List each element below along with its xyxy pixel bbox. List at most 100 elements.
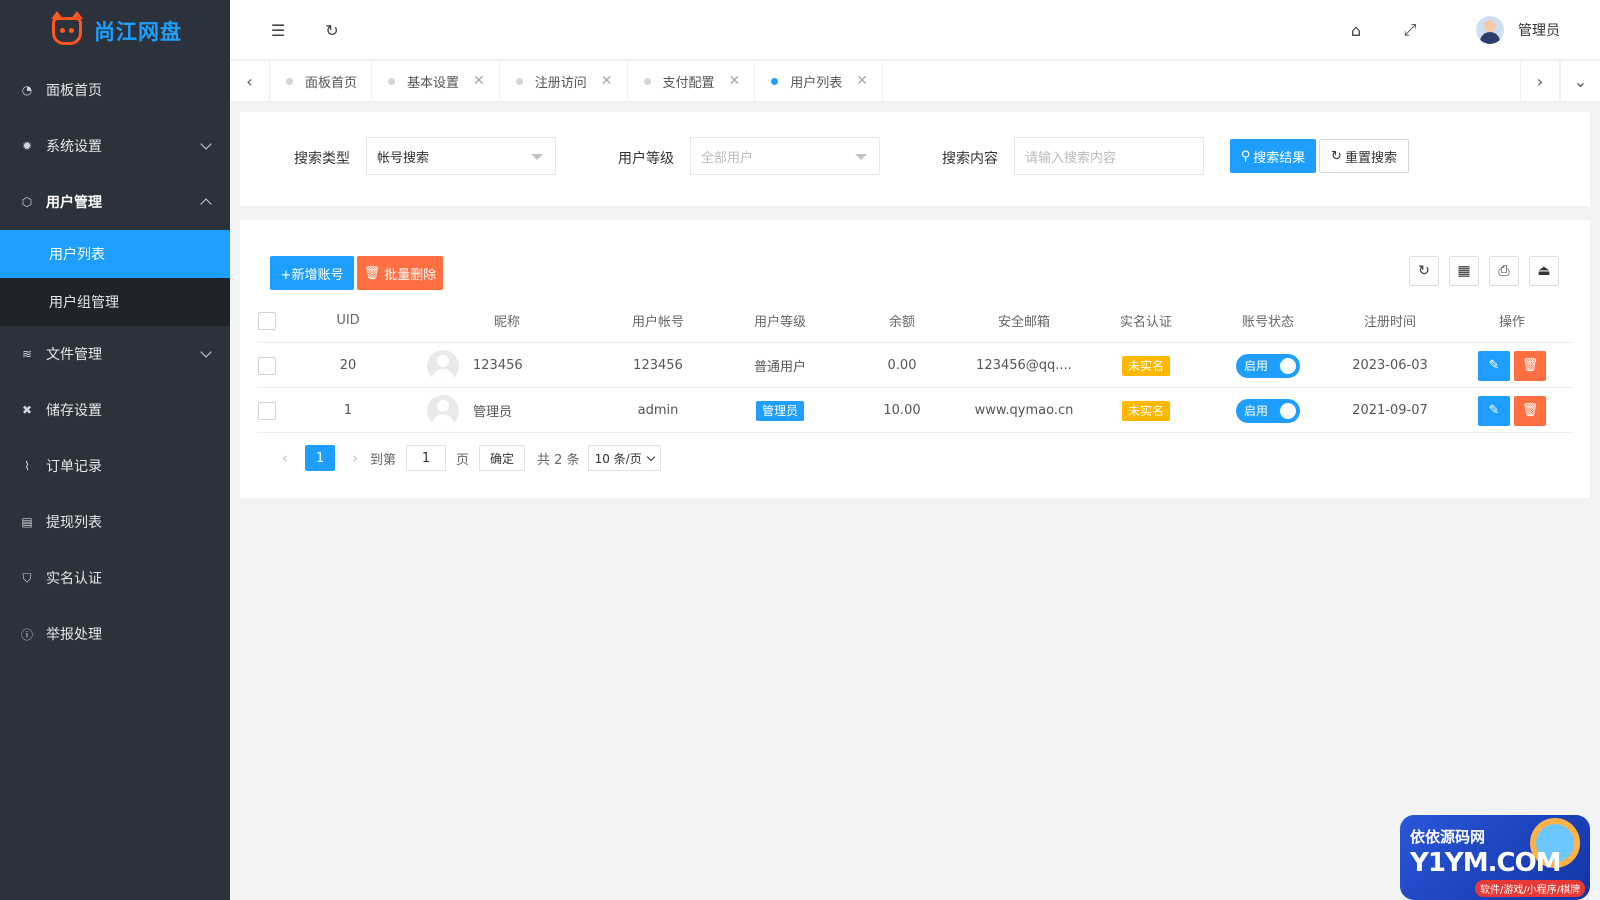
- cell-level: 普通用户: [753, 360, 806, 375]
- sidebar-item-user-list[interactable]: 用户列表: [0, 230, 230, 278]
- cell-account: admin: [637, 403, 679, 418]
- sidebar-item-orders[interactable]: ⌇ 订单记录: [0, 438, 230, 494]
- tab-dashboard[interactable]: 面板首页: [270, 61, 373, 101]
- next-page-icon[interactable]: ›: [340, 449, 370, 467]
- chevron-down-icon: [646, 452, 655, 461]
- batch-delete-label: 批量删除: [384, 267, 437, 283]
- search-content-input[interactable]: 请输入搜索内容: [1014, 137, 1204, 175]
- cell-reg-time: 2021-09-07: [1352, 403, 1428, 418]
- search-type-label: 搜索类型: [294, 151, 350, 167]
- goto-page-input[interactable]: 1: [406, 445, 447, 471]
- status-toggle[interactable]: 启用: [1236, 398, 1300, 423]
- status-toggle[interactable]: 启用: [1236, 353, 1300, 378]
- menu-toggle-icon[interactable]: ☰: [266, 18, 290, 42]
- tab-payment-config[interactable]: 支付配置 ✕: [628, 61, 756, 101]
- close-icon[interactable]: ✕: [729, 73, 741, 89]
- tab-bar: ‹ 面板首页 基本设置 ✕ 注册访问 ✕ 支付配置 ✕ 用户列表 ✕ › ⌄: [230, 61, 1600, 102]
- header-realname[interactable]: 实名认证: [1085, 298, 1207, 343]
- home-icon[interactable]: ⌂: [1344, 18, 1368, 42]
- cell-reg-time: 2023-06-03: [1352, 358, 1428, 373]
- tab-scroll-left-icon[interactable]: ‹: [230, 61, 270, 101]
- search-button-label: 搜索结果: [1253, 150, 1306, 166]
- table-header: UID 昵称 用户帐号 用户等级 余额 安全邮箱 实名认证 账号状态 注册时间 …: [257, 298, 1573, 343]
- cell-account: 123456: [633, 358, 683, 373]
- select-all-checkbox[interactable]: [258, 311, 276, 330]
- sidebar-item-file-management[interactable]: ≋ 文件管理: [0, 326, 230, 382]
- watermark-text-tagline: 软件/游戏/小程序/棋牌: [1475, 880, 1586, 897]
- sidebar-item-system-settings[interactable]: ✹ 系统设置: [0, 118, 230, 174]
- current-page[interactable]: 1: [305, 445, 335, 471]
- user-menu[interactable]: 管理员: [1476, 16, 1560, 44]
- gear-icon: ✹: [21, 139, 33, 153]
- header-balance[interactable]: 余额: [841, 298, 963, 343]
- delete-icon[interactable]: 🗑: [1514, 395, 1546, 426]
- cell-email: 123456@qq....: [976, 358, 1072, 373]
- add-account-button[interactable]: +新增账号: [270, 256, 354, 290]
- realname-badge: 未实名: [1121, 355, 1170, 376]
- tab-basic-settings[interactable]: 基本设置 ✕: [372, 61, 500, 101]
- goto-label: 到第: [370, 452, 397, 468]
- search-content-placeholder: 请输入搜索内容: [1025, 150, 1117, 166]
- row-checkbox[interactable]: [258, 401, 276, 420]
- tab-label: 注册访问: [534, 75, 587, 91]
- sidebar-item-label: 储存设置: [46, 403, 102, 419]
- table-refresh-icon[interactable]: ↻: [1409, 256, 1439, 286]
- prev-page-icon[interactable]: ‹: [270, 449, 300, 467]
- layers-icon: ≋: [21, 347, 33, 361]
- sidebar-item-storage-settings[interactable]: ✖ 储存设置: [0, 382, 230, 438]
- sidebar-item-withdrawals[interactable]: ▤ 提现列表: [0, 494, 230, 550]
- user-level-select[interactable]: 全部用户: [690, 137, 880, 175]
- sidebar-item-label: 用户管理: [46, 195, 102, 211]
- tab-menu-chevron-icon[interactable]: ⌄: [1560, 61, 1600, 101]
- page-size-select[interactable]: 10 条/页: [587, 445, 661, 471]
- close-icon[interactable]: ✕: [601, 73, 613, 89]
- fullscreen-icon[interactable]: ⤢: [1398, 18, 1422, 42]
- refresh-icon[interactable]: ↻: [320, 18, 344, 42]
- cube-icon: ⬡: [21, 195, 33, 209]
- tab-register-access[interactable]: 注册访问 ✕: [500, 61, 628, 101]
- print-icon[interactable]: ⎙: [1489, 256, 1519, 286]
- cell-nickname: 123456: [473, 358, 523, 373]
- tab-dot: [643, 77, 651, 85]
- cell-balance: 0.00: [887, 358, 917, 373]
- user-management-submenu: 用户列表 用户组管理: [0, 230, 230, 326]
- dashboard-icon: ◔: [21, 83, 33, 97]
- column-filter-icon[interactable]: ▦: [1449, 256, 1479, 286]
- close-icon[interactable]: ✕: [856, 73, 868, 89]
- edit-icon[interactable]: ✎: [1478, 350, 1510, 381]
- header-reg-time[interactable]: 注册时间: [1329, 298, 1451, 343]
- search-button[interactable]: ⚲ 搜索结果: [1230, 139, 1316, 173]
- reset-button[interactable]: ↻ 重置搜索: [1319, 139, 1409, 173]
- header-uid[interactable]: UID: [317, 298, 379, 343]
- search-content-label: 搜索内容: [942, 151, 998, 167]
- cell-balance: 10.00: [883, 403, 921, 418]
- sidebar-item-real-name[interactable]: ⛉ 实名认证: [0, 550, 230, 606]
- sidebar-item-user-management[interactable]: ⬡ 用户管理: [0, 174, 230, 230]
- tab-user-list[interactable]: 用户列表 ✕: [755, 61, 884, 101]
- reset-icon: ↻: [1331, 148, 1342, 164]
- delete-icon[interactable]: 🗑: [1514, 350, 1546, 381]
- header-account[interactable]: 用户帐号: [597, 298, 719, 343]
- user-level-label: 用户等级: [618, 151, 674, 167]
- batch-delete-button[interactable]: 🗑 批量删除: [357, 256, 443, 290]
- user-level-placeholder: 全部用户: [701, 150, 754, 166]
- goto-confirm-button[interactable]: 确定: [479, 445, 526, 471]
- header-nickname[interactable]: 昵称: [447, 298, 567, 343]
- close-icon[interactable]: ✕: [473, 73, 485, 89]
- search-type-select[interactable]: 帐号搜索: [366, 137, 556, 175]
- cell-uid: 20: [339, 358, 357, 373]
- sidebar-item-user-groups[interactable]: 用户组管理: [0, 278, 230, 326]
- sidebar-item-reports[interactable]: ⓘ 举报处理: [0, 606, 230, 662]
- header-level[interactable]: 用户等级: [719, 298, 841, 343]
- edit-icon[interactable]: ✎: [1478, 395, 1510, 426]
- row-checkbox[interactable]: [258, 356, 276, 375]
- sidebar-item-dashboard[interactable]: ◔ 面板首页: [0, 62, 230, 118]
- tab-scroll-right-icon[interactable]: ›: [1520, 61, 1560, 101]
- sidebar-item-label: 举报处理: [46, 627, 102, 643]
- header-status[interactable]: 账号状态: [1207, 298, 1329, 343]
- export-icon[interactable]: ⏏: [1529, 256, 1559, 286]
- pagination: ‹ 1 › 到第 1 页 确定 共 2 条 10 条/页: [270, 444, 661, 472]
- logo[interactable]: 尚江网盘: [0, 0, 230, 62]
- header-email[interactable]: 安全邮箱: [963, 298, 1085, 343]
- sidebar-item-label: 系统设置: [46, 139, 102, 155]
